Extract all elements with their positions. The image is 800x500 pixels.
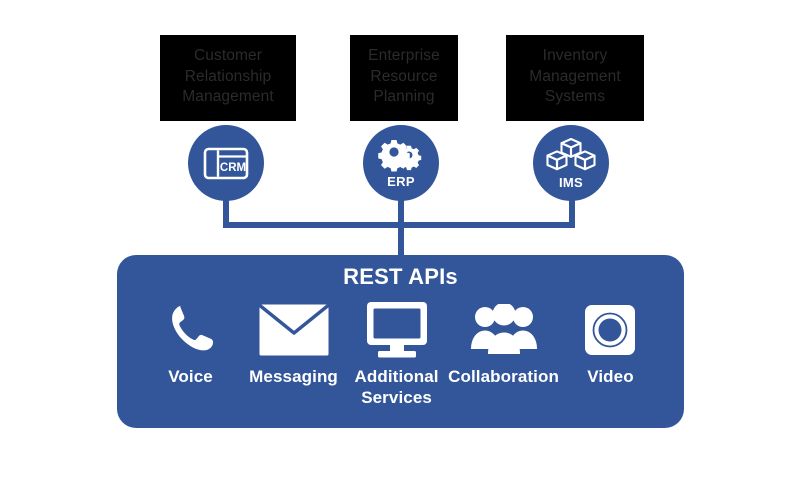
system-box-crm: Customer Relationship Management [160,35,296,121]
svg-text:CRM: CRM [220,162,246,174]
service-item-voice-label: Voice [168,367,213,386]
system-box-erp-label: Enterprise Resource Planning [368,47,440,106]
service-item-collaboration[interactable]: Collaboration [448,299,559,388]
boxes-icon [546,137,596,173]
system-box-ims-label: Inventory Management Systems [529,47,621,106]
phone-icon [169,299,213,361]
service-item-video-label: Video [587,367,634,386]
service-item-additional-services-label: Additional Services [354,367,439,407]
system-badge-ims-label: IMS [558,174,583,190]
service-item-additional-services[interactable]: Additional Services [345,299,448,408]
service-list: Voice Messaging Additional Services Coll… [127,299,674,421]
system-box-ims: Inventory Management Systems [506,35,644,121]
service-item-voice[interactable]: Voice [139,299,242,388]
gears-icon [378,138,424,172]
envelope-icon [258,299,329,361]
system-badge-crm[interactable]: CRM [188,125,264,201]
video-camera-icon [584,299,636,361]
rest-apis-title: REST APIs [343,264,458,289]
people-group-icon [470,299,538,361]
service-item-collaboration-label: Collaboration [448,367,559,386]
system-box-erp: Enterprise Resource Planning [350,35,458,121]
system-badge-erp[interactable]: ERP [363,125,439,201]
system-box-crm-label: Customer Relationship Management [182,47,274,106]
rest-apis-panel: REST APIs Voice Messaging Additional Ser… [117,255,684,428]
service-item-video[interactable]: Video [559,299,662,388]
system-badge-ims[interactable]: IMS [533,125,609,201]
monitor-icon [366,299,428,361]
service-item-messaging[interactable]: Messaging [242,299,345,388]
diagram-canvas: Customer Relationship Management Enterpr… [0,0,800,500]
system-badge-erp-label: ERP [387,173,415,189]
service-item-messaging-label: Messaging [249,367,338,386]
browser-window-icon: CRM [203,147,249,180]
